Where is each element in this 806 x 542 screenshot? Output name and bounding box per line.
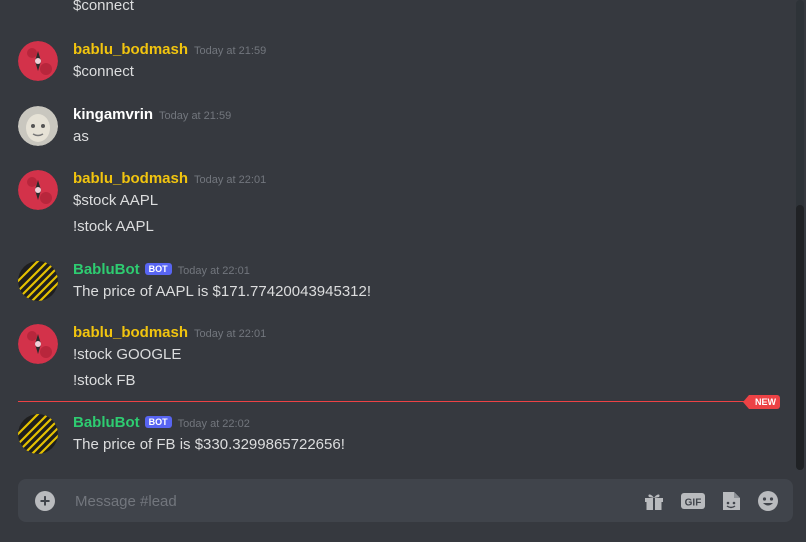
gif-label: GIF: [685, 498, 702, 509]
username[interactable]: bablu_bodmash: [73, 324, 188, 341]
message-text: $connect: [73, 0, 134, 14]
message-text: as: [73, 128, 89, 145]
message-header: BabluBot BOT Today at 22:02: [73, 414, 250, 432]
message-header: BabluBot BOT Today at 22:01: [73, 261, 250, 279]
message-text: The price of FB is $330.3299865722656!: [73, 436, 345, 453]
username[interactable]: bablu_bodmash: [73, 170, 188, 187]
gif-icon[interactable]: GIF: [680, 489, 706, 513]
message-text: !stock FB: [73, 372, 136, 389]
timestamp: Today at 22:01: [177, 265, 250, 277]
message-text: !stock GOOGLE: [73, 346, 182, 363]
message-input[interactable]: [73, 485, 597, 518]
username[interactable]: bablu_bodmash: [73, 41, 188, 58]
avatar[interactable]: [18, 324, 58, 364]
bot-avatar[interactable]: [18, 414, 58, 454]
bot-badge: BOT: [144, 416, 172, 428]
message-list: $connect bablu_bodmash Today at 21:59 $co…: [0, 0, 792, 470]
new-messages-badge: NEW: [743, 395, 780, 409]
message-text: !stock AAPL: [73, 218, 154, 235]
username[interactable]: BabluBot: [73, 261, 140, 278]
message-header: bablu_bodmash Today at 22:01: [73, 170, 266, 188]
avatar[interactable]: [18, 170, 58, 210]
add-attachment-icon[interactable]: +: [35, 491, 55, 511]
message-text: $connect: [73, 63, 134, 80]
username[interactable]: BabluBot: [73, 414, 140, 431]
new-messages-divider: [18, 401, 776, 402]
message-composer: + GIF: [18, 479, 793, 522]
sticker-icon[interactable]: [719, 489, 743, 513]
message-header: kingamvrin Today at 21:59: [73, 106, 231, 124]
avatar[interactable]: [18, 41, 58, 81]
bot-badge: BOT: [144, 263, 172, 275]
bot-avatar[interactable]: [18, 261, 58, 301]
scrollbar-thumb[interactable]: [796, 205, 804, 470]
avatar[interactable]: [18, 106, 58, 146]
timestamp: Today at 22:02: [177, 418, 250, 430]
timestamp: Today at 21:59: [194, 45, 267, 57]
emoji-icon[interactable]: [756, 489, 780, 513]
message-text: The price of AAPL is $171.77420043945312…: [73, 283, 372, 300]
scrollbar-track[interactable]: [796, 0, 804, 470]
message-header: bablu_bodmash Today at 21:59: [73, 41, 266, 59]
username[interactable]: kingamvrin: [73, 106, 153, 123]
timestamp: Today at 22:01: [194, 174, 267, 186]
timestamp: Today at 22:01: [194, 328, 267, 340]
gift-icon[interactable]: [642, 489, 666, 513]
timestamp: Today at 21:59: [159, 110, 232, 122]
message-text: $stock AAPL: [73, 192, 159, 209]
message-header: bablu_bodmash Today at 22:01: [73, 324, 266, 342]
